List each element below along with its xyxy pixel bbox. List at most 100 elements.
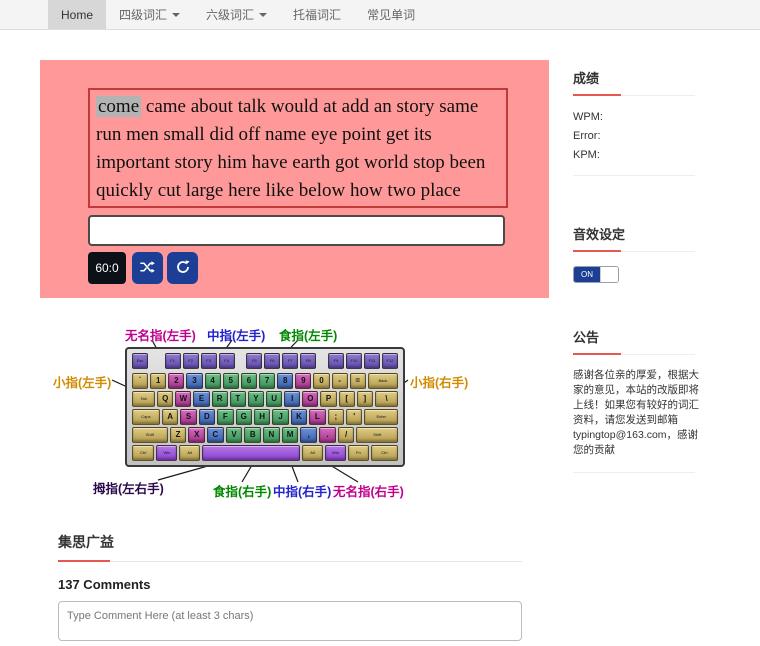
legend-pinky-right: 小指(右手)	[410, 376, 469, 390]
keyboard-key: -	[331, 373, 348, 389]
keyboard-key: 2	[168, 373, 185, 389]
comments-section: 集思广益 137 Comments	[58, 532, 522, 646]
keyboard-key: \	[374, 391, 399, 407]
legend-middle-left: 中指(左手)	[207, 329, 266, 343]
keyboard-key: 4	[204, 373, 221, 389]
keyboard-key: P	[320, 391, 337, 407]
keyboard-key: V	[225, 427, 243, 443]
keyboard-key: K	[290, 409, 308, 425]
legend-middle-right: 中指(右手)	[273, 485, 332, 499]
comments-title: 集思广益	[58, 532, 522, 562]
keyboard-key: Tab	[132, 391, 156, 407]
keyboard-key: F12	[382, 353, 398, 369]
sound-toggle-knob	[600, 267, 618, 282]
keyboard-key: Back	[367, 373, 399, 389]
shuffle-button[interactable]	[132, 252, 163, 284]
keyboard-key: 5	[222, 373, 239, 389]
keyboard-key: Z	[169, 427, 187, 443]
keyboard-key: '	[345, 409, 363, 425]
legend-thumb: 拇指(左右手)	[93, 482, 164, 496]
announcement-title: 公告	[573, 327, 695, 355]
keyboard-key: Shift	[356, 427, 399, 443]
keyboard-key: I	[284, 391, 301, 407]
announcement-section: 公告 感谢各位亲的厚爱，根据大家的意见，本站的改版即将上线！如果您有较好的词汇资…	[573, 327, 710, 473]
kpm-label: KPM:	[573, 149, 600, 161]
sound-settings-section: 音效设定 ON	[573, 224, 710, 283]
comment-input[interactable]	[58, 601, 522, 641]
keyboard-key: F10	[346, 353, 362, 369]
keyboard-key: U	[266, 391, 283, 407]
nav-tab-home[interactable]: Home	[48, 0, 107, 29]
keyboard-key: E	[193, 391, 210, 407]
nav-tab-toefl[interactable]: 托福词汇	[280, 0, 354, 29]
keyboard-key: F4	[218, 353, 235, 369]
keyboard-key: =	[349, 373, 366, 389]
chevron-down-icon	[259, 12, 268, 17]
remaining-words: came about talk would at add an story sa…	[96, 96, 486, 201]
keyboard-key: ]	[356, 391, 373, 407]
keyboard-key: 8	[277, 373, 294, 389]
keyboard-key: S	[180, 409, 197, 425]
keyboard-key: F5	[246, 353, 263, 369]
keyboard-key: Y	[247, 391, 265, 407]
keyboard-key: Alt	[179, 445, 201, 461]
keyboard-key: J	[272, 409, 289, 425]
keyboard-key: Caps	[132, 409, 160, 425]
keyboard-key: Q	[157, 391, 174, 407]
keyboard-key: Ctrl	[132, 445, 155, 461]
keyboard-keys: Esc F1 F2 F3 F4 F5 F6 F7 F8 F9 F10 F11 F12 ` 1 2 3 4 5 6 7 8 9…	[132, 353, 399, 461]
keyboard-key: N	[263, 427, 280, 443]
refresh-button[interactable]	[167, 252, 198, 284]
divider	[573, 472, 695, 473]
keyboard-finger-diagram: 无名指(左手) 中指(左手) 食指(左手) 小指(左手) 小指(右手) 拇指(左…	[40, 320, 520, 500]
main-column: come came about talk would at add an sto…	[40, 60, 550, 646]
keyboard-key: W	[175, 391, 192, 407]
keyboard-key: 1	[150, 373, 167, 389]
keyboard-key	[202, 445, 301, 461]
nav-tab-common-words[interactable]: 常见单词	[354, 0, 428, 29]
keyboard-key: F7	[282, 353, 299, 369]
legend-pinky-left: 小指(左手)	[53, 376, 112, 390]
keyboard-image: Esc F1 F2 F3 F4 F5 F6 F7 F8 F9 F10 F11 F12 ` 1 2 3 4 5 6 7 8 9…	[125, 347, 405, 467]
keyboard-key: 3	[186, 373, 203, 389]
keyboard-key: D	[198, 409, 216, 425]
keyboard-key: C	[207, 427, 224, 443]
keyboard-key: 9	[295, 373, 312, 389]
timer-button[interactable]: 60:0	[88, 252, 126, 284]
sound-toggle[interactable]: ON	[573, 266, 619, 283]
nav-tab-cet4[interactable]: 四级词汇	[106, 0, 193, 29]
keyboard-key: Ctrl	[370, 445, 398, 461]
keyboard-key: ,	[300, 427, 318, 443]
keyboard-key: F11	[364, 353, 380, 369]
error-label: Error:	[573, 130, 601, 142]
keyboard-key: R	[211, 391, 228, 407]
shuffle-icon	[140, 260, 155, 277]
keyboard-key: 6	[240, 373, 257, 389]
nav-tab-cet6[interactable]: 六级词汇	[193, 0, 280, 29]
typing-input[interactable]	[88, 215, 505, 246]
keyboard-key: X	[188, 427, 206, 443]
keyboard-key: 7	[258, 373, 276, 389]
typing-practice-panel: come came about talk would at add an sto…	[40, 60, 549, 298]
keyboard-key: [	[338, 391, 355, 407]
keyboard-key: F9	[328, 353, 344, 369]
refresh-icon	[176, 259, 190, 277]
chevron-down-icon	[172, 12, 181, 17]
sidebar: 成绩 WPM: Error: KPM: 音效设定 ON 公告 感谢各位亲的厚爱，…	[560, 68, 710, 473]
sound-settings-title: 音效设定	[573, 224, 695, 252]
keyboard-key: L	[309, 409, 326, 425]
keyboard-key: Enter	[364, 409, 399, 425]
keyboard-key: F3	[200, 353, 217, 369]
keyboard-key: A	[161, 409, 179, 425]
divider	[573, 175, 695, 176]
keyboard-key: F	[217, 409, 234, 425]
legend-index-right: 食指(右手)	[213, 485, 272, 499]
keyboard-key: Alt	[302, 445, 324, 461]
legend-ring-left: 无名指(左手)	[125, 329, 196, 343]
keyboard-key: `	[132, 373, 149, 389]
keyboard-key: G	[235, 409, 252, 425]
keyboard-key: /	[337, 427, 355, 443]
keyboard-key: Win	[156, 445, 178, 461]
keyboard-key: F2	[182, 353, 199, 369]
keyboard-key: Shift	[132, 427, 168, 443]
